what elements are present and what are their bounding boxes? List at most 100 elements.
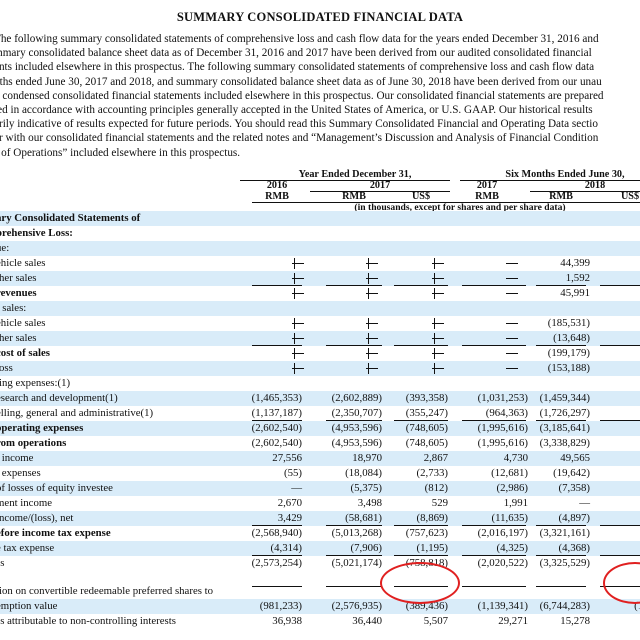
column-separator <box>434 258 435 269</box>
row-value-col-5: (1 <box>592 481 640 496</box>
em-dash-mark <box>506 263 518 264</box>
row-value-col-0: (2,602,540) <box>251 437 302 449</box>
subtotal-rule <box>462 555 526 556</box>
table-row: ary Consolidated Statements of <box>0 211 640 226</box>
row-value-col-0: (55) <box>284 467 302 479</box>
row-value-col-0: (1,137,187) <box>251 407 302 419</box>
row-value-col-2: (1,195) <box>416 542 448 554</box>
row-value-col-4: (3,325,529) <box>539 557 590 569</box>
table-row: t expenses (55) (18,084) (2,733) (12,681) (19… <box>0 466 640 481</box>
table-row: e tax expense (4,314) (7,906) (1,195) (4,325… <box>0 541 640 556</box>
table-row: ehicle sales (185,531)(28 <box>0 316 640 331</box>
row-value-col-0: (981,233) <box>259 600 302 612</box>
em-dash-mark <box>506 278 518 279</box>
row-label: efore income tax expense <box>0 527 111 539</box>
row-value-col-3: 29,271 <box>498 615 528 627</box>
row-value-col-0: (2,602,540) <box>251 422 302 434</box>
subtotal-rule <box>326 525 382 526</box>
row-value-col-4: 15,278 <box>560 615 590 627</box>
row-label: operating expenses <box>0 422 84 434</box>
subtotal-rule <box>536 586 586 587</box>
column-separator <box>368 273 369 284</box>
row-label: revenues <box>0 287 37 299</box>
header-col-2: US$ <box>411 191 431 202</box>
row-value-col-3: (4,325) <box>496 542 528 554</box>
row-value-col-1: (2,602,889) <box>331 392 382 404</box>
row-value-col-3: (1,995,616) <box>477 437 528 449</box>
row-value-col-0: (2,573,254) <box>251 557 302 569</box>
table-row: ehicle sales 44,3996 <box>0 256 640 271</box>
row-value-col-4: (4,897) <box>558 512 590 524</box>
header-year-ended: Year Ended December 31, <box>298 169 412 180</box>
subtotal-rule <box>394 420 448 421</box>
intro-line: arily indicative of results expected for… <box>0 118 598 131</box>
row-value-col-0: — <box>291 482 302 494</box>
row-value-col-1: (18,084) <box>345 467 382 479</box>
row-value-col-4: (3,321,161) <box>539 527 590 539</box>
subtotal-rule <box>600 555 640 556</box>
table-row: ther sales (13,648)(2 <box>0 331 640 346</box>
row-value-col-3: (1,031,253) <box>477 392 528 404</box>
intro-line: n condensed consolidated financial state… <box>0 89 604 102</box>
header-year-2016: 2016 <box>266 180 288 191</box>
row-label: ting expenses:(1) <box>0 377 71 389</box>
row-value-col-4: (6,744,283) <box>539 600 590 612</box>
subtotal-rule <box>462 345 526 346</box>
row-value-col-0: (1,465,353) <box>251 392 302 404</box>
row-label: t expenses <box>0 467 41 479</box>
subtotal-rule <box>536 345 586 346</box>
row-value-col-3: (11,635) <box>491 512 528 524</box>
subtotal-rule <box>394 285 448 286</box>
row-value-col-4: (3,185,641) <box>539 422 590 434</box>
row-value-col-4: (199,179) <box>547 347 590 359</box>
row-label: elling, general and administrative(1) <box>0 407 154 419</box>
row-value-col-3: (2,016,197) <box>477 527 528 539</box>
column-separator <box>434 318 435 329</box>
table-row: ment income 2,670 3,498 529 1,991 — <box>0 496 640 511</box>
intro-paragraph: The following summary consolidated state… <box>0 32 640 160</box>
subtotal-rule <box>600 285 640 286</box>
column-separator <box>434 288 435 299</box>
row-value-col-4: (7,358) <box>558 482 590 494</box>
row-value-col-1: 3,498 <box>357 497 382 509</box>
subtotal-rule <box>462 285 526 286</box>
row-value-col-1: (5,013,268) <box>331 527 382 539</box>
row-label: loss <box>0 362 13 374</box>
intro-line: nths ended June 30, 2017 and 2018, and s… <box>0 75 602 88</box>
header-col-3: RMB <box>475 191 499 202</box>
em-dash-mark <box>506 338 518 339</box>
row-value-col-1: (5,375) <box>350 482 382 494</box>
row-value-col-4: 49,565 <box>560 452 590 464</box>
row-value-col-4: (4,368) <box>558 542 590 554</box>
subtotal-rule <box>536 285 586 286</box>
table-row: loss (153,188)(23 <box>0 361 640 376</box>
subtotal-rule <box>252 285 302 286</box>
intro-line: s of Operations” included elsewhere in t… <box>0 146 241 159</box>
row-value-col-2: (757,623) <box>405 527 448 539</box>
intro-line: The following summary consolidated state… <box>0 33 599 45</box>
row-value-col-2: 2,867 <box>423 452 448 464</box>
column-separator <box>368 348 369 359</box>
row-value-col-0: (2,568,940) <box>251 527 302 539</box>
row-value-col-5: (260 <box>592 406 640 421</box>
row-value-col-0: 27,556 <box>272 452 302 464</box>
row-value-col-0: 3,429 <box>277 512 302 524</box>
column-separator <box>294 363 295 374</box>
row-value-col-1: (4,953,596) <box>331 422 382 434</box>
header-col-5: US$ <box>620 191 640 202</box>
subtotal-rule <box>462 420 526 421</box>
em-dash-mark <box>506 293 518 294</box>
subtotal-rule <box>462 525 526 526</box>
row-value-col-1: 36,440 <box>352 615 382 627</box>
row-value-col-2: (748,605) <box>405 422 448 434</box>
subtotal-rule <box>252 586 302 587</box>
subtotal-rule <box>252 420 302 421</box>
column-separator <box>434 273 435 284</box>
subtotal-rule <box>394 555 448 556</box>
intro-line: ents included elsewhere in this prospect… <box>0 61 595 74</box>
column-separator <box>368 333 369 344</box>
em-dash-mark <box>506 368 518 369</box>
row-label: income/(loss), net <box>0 512 74 524</box>
subtotal-rule <box>600 525 640 526</box>
row-value-col-4: 1,592 <box>565 272 590 284</box>
